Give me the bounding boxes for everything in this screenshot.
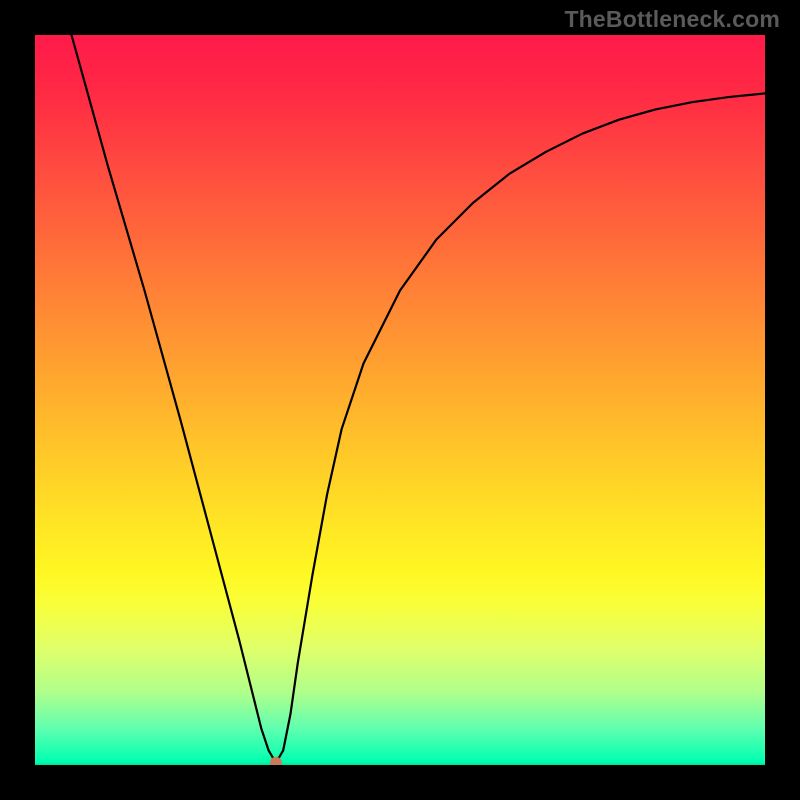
chart-container: TheBottleneck.com xyxy=(0,0,800,800)
plot-area xyxy=(35,35,765,765)
curve-svg xyxy=(35,35,765,765)
minimum-marker xyxy=(270,757,282,765)
watermark-text: TheBottleneck.com xyxy=(564,6,780,33)
bottleneck-curve xyxy=(72,35,766,763)
